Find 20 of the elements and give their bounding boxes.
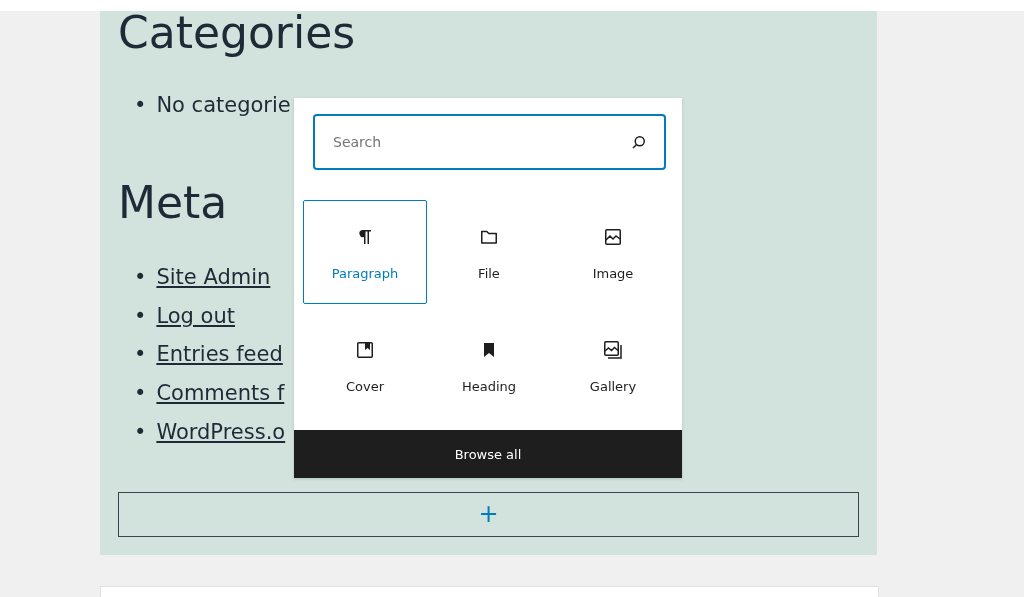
search-field[interactable]: Search [313,114,666,170]
widget-text: No categorie [156,92,291,119]
bullet: • [134,341,147,369]
widget-heading: Meta [118,176,228,229]
bullet: • [134,419,147,446]
bullet: • [134,302,147,330]
block-item[interactable]: Paragraph [303,200,427,304]
bullet: • [134,380,147,408]
bullet: • [134,263,147,291]
widget-link[interactable]: Comments f [156,374,285,413]
search-icon [630,133,648,151]
widget-heading: Categories [118,11,356,59]
browse-all-button[interactable]: Browse all [294,430,682,478]
search-input[interactable]: Search [331,133,630,151]
gallery-icon [601,338,625,362]
widget-link[interactable]: WordPress.o [156,413,286,452]
widget-link[interactable]: Entries feed [156,335,283,375]
widget-link[interactable]: Site Admin [156,257,271,297]
widget-link[interactable]: Log out [156,296,235,336]
bullet: • [134,92,147,119]
